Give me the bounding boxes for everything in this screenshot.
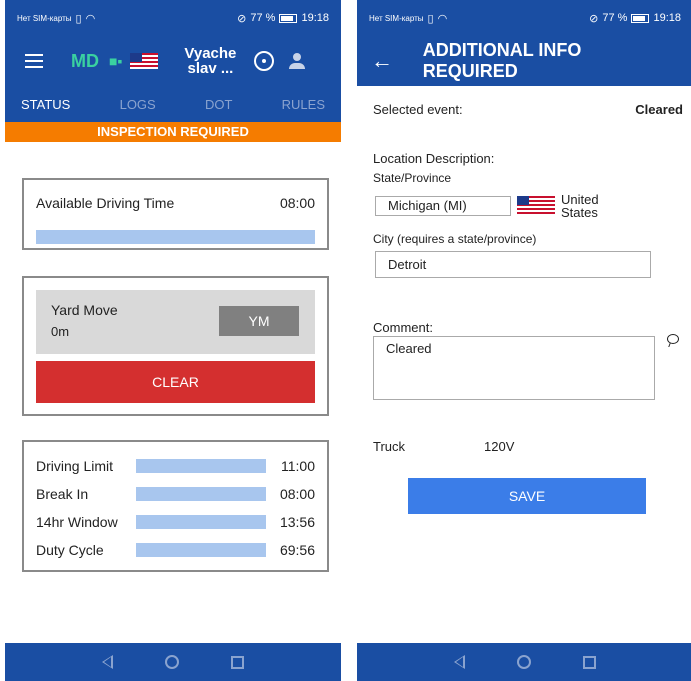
nav-home-icon[interactable] [165,655,179,669]
state-province-label: State/Province [373,171,452,185]
truck-label: Truck [373,439,406,454]
wifi-icon: ◠ [85,12,96,25]
battery-icon [279,13,298,23]
nav-recent-icon[interactable] [231,655,244,669]
additional-info-form: Selected event: Cleared Location Descrip… [357,86,691,646]
available-driving-label: Available Driving Time [36,195,175,211]
nav-home-icon[interactable] [517,655,531,669]
mode-badge: MD [71,50,99,71]
title-bar: ← ADDITIONAL INFO REQUIRED [357,36,691,86]
nav-back-icon[interactable] [102,655,113,669]
comment-label: Comment: [373,320,433,335]
save-button[interactable]: SAVE [408,478,646,514]
limit-row-break: Break In 08:00 [36,486,315,502]
wifi-icon: ◠ [437,12,448,25]
app-bar: MD ■▪ Vyache slav ... [5,36,341,86]
limit-row-duty: Duty Cycle 69:56 [36,542,315,558]
comment-field[interactable]: Cleared [373,336,655,400]
available-driving-bar [36,230,315,244]
steering-wheel-icon[interactable] [254,51,275,71]
battery-percent: 77 % [250,12,276,24]
tab-rules[interactable]: RULES [282,97,325,112]
clock: 19:18 [653,12,681,24]
selected-event-label: Selected event: [373,102,463,117]
limit-row-driving: Driving Limit 11:00 [36,458,315,474]
nav-recent-icon[interactable] [583,655,596,669]
system-nav-bar [357,643,691,681]
available-driving-value: 08:00 [279,195,315,211]
status-bar: Нет SIM-карты ▯ ◠ ⊘ 77 % 19:18 [5,0,341,36]
limit-bar [136,459,266,473]
yard-move-title: Yard Move [51,302,118,318]
yard-move-button[interactable]: YM [219,306,299,336]
limit-bar [136,543,266,557]
limit-bar [136,515,266,529]
left-phone-screen: Нет SIM-карты ▯ ◠ ⊘ 77 % 19:18 MD ■▪ Vya… [5,0,341,681]
mute-icon: ⊘ [237,12,247,25]
yard-move-card: Yard Move 0m YM CLEAR [22,276,329,416]
yard-move-time: 0m [51,324,70,339]
tab-status[interactable]: STATUS [21,97,70,112]
clock: 19:18 [301,12,329,24]
city-label: City (requires a state/province) [373,232,537,246]
location-description-label: Location Description: [373,151,495,166]
us-flag-icon [517,196,555,216]
limit-bar [136,487,266,501]
yard-move-panel: Yard Move 0m YM [36,290,315,354]
back-arrow-icon[interactable]: ← [371,48,395,74]
limits-card: Driving Limit 11:00 Break In 08:00 14hr … [22,440,329,572]
person-icon[interactable] [288,51,306,71]
tab-dot[interactable]: DOT [205,97,232,112]
battery-icon [631,13,650,23]
comment-icon[interactable] [667,334,679,344]
selected-event-value: Cleared [635,102,683,117]
sim-icon: ▯ [75,12,82,25]
screen-title: ADDITIONAL INFO REQUIRED [422,40,582,81]
nav-back-icon[interactable] [454,655,465,669]
carrier-text: Нет SIM-карты [17,13,72,23]
mute-icon: ⊘ [589,12,599,25]
sim-icon: ▯ [427,12,434,25]
limit-row-14hr: 14hr Window 13:56 [36,514,315,530]
clear-button[interactable]: CLEAR [36,361,315,403]
status-bar: Нет SIM-карты ▯ ◠ ⊘ 77 % 19:18 [357,0,691,36]
carrier-text: Нет SIM-карты [369,13,424,23]
country-selector[interactable]: United States [517,193,605,219]
menu-icon[interactable] [25,54,45,68]
right-phone-screen: Нет SIM-карты ▯ ◠ ⊘ 77 % 19:18 ← ADDITIO… [357,0,691,681]
truck-icon: ■▪ [109,53,123,69]
available-driving-card: Available Driving Time 08:00 [22,178,329,250]
battery-percent: 77 % [602,12,628,24]
city-field[interactable]: Detroit [375,251,651,278]
tab-bar: STATUS LOGS DOT RULES [5,86,341,122]
us-flag-icon [130,53,159,69]
truck-value: 120V [484,439,515,454]
driver-name[interactable]: Vyache slav ... [180,46,240,76]
tab-logs[interactable]: LOGS [120,97,156,112]
inspection-banner[interactable]: INSPECTION REQUIRED [5,122,341,142]
state-province-field[interactable]: Michigan (MI) [375,196,511,216]
system-nav-bar [5,643,341,681]
